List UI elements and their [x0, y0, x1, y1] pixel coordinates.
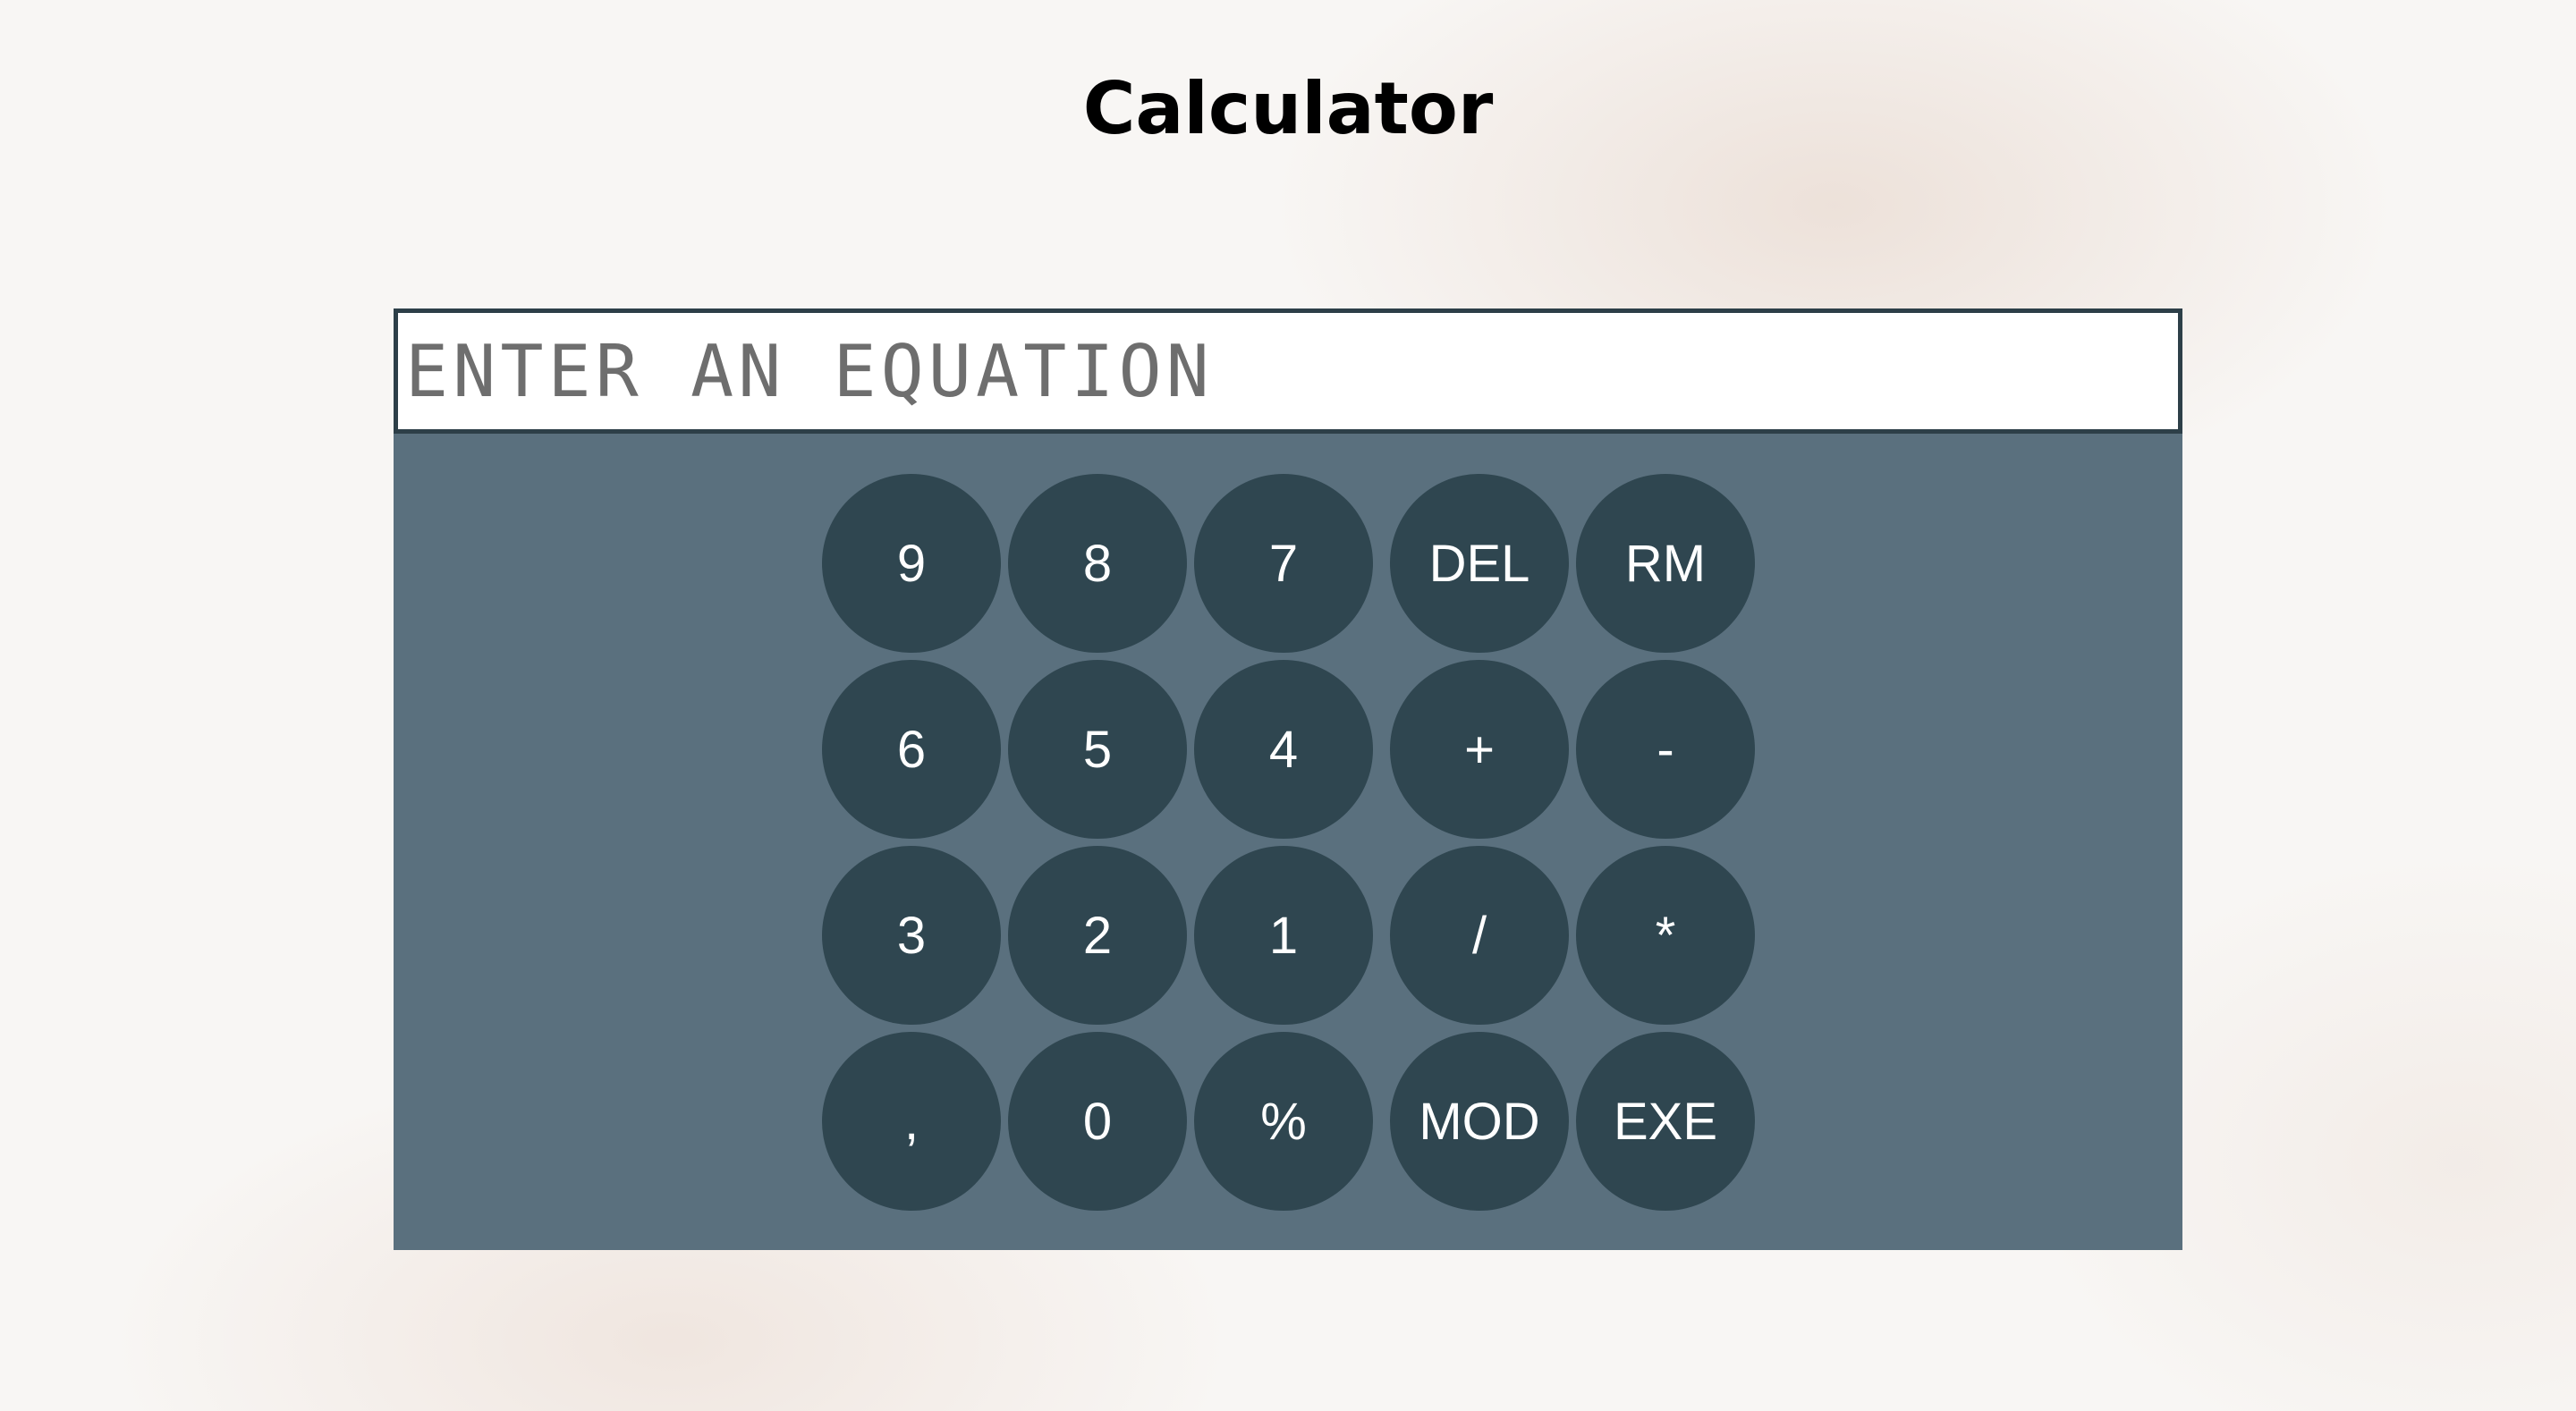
key-1[interactable]: 1 — [1194, 846, 1373, 1025]
key-6[interactable]: 6 — [822, 660, 1001, 839]
subtract-button[interactable]: - — [1576, 660, 1755, 839]
key-2[interactable]: 2 — [1008, 846, 1187, 1025]
multiply-button[interactable]: * — [1576, 846, 1755, 1025]
execute-button[interactable]: EXE — [1576, 1032, 1755, 1211]
key-0[interactable]: 0 — [1008, 1032, 1187, 1211]
key-4[interactable]: 4 — [1194, 660, 1373, 839]
divide-button[interactable]: / — [1390, 846, 1569, 1025]
key-7[interactable]: 7 — [1194, 474, 1373, 653]
delete-button[interactable]: DEL — [1390, 474, 1569, 653]
page-title: Calculator — [1082, 67, 1494, 150]
rm-button[interactable]: RM — [1576, 474, 1755, 653]
comma-button[interactable]: , — [822, 1032, 1001, 1211]
add-button[interactable]: + — [1390, 660, 1569, 839]
equation-input[interactable] — [394, 308, 2182, 434]
calculator: 9 8 7 DEL RM 6 5 4 + - 3 2 1 / * , 0 % M… — [394, 308, 2182, 1250]
key-5[interactable]: 5 — [1008, 660, 1187, 839]
key-9[interactable]: 9 — [822, 474, 1001, 653]
key-3[interactable]: 3 — [822, 846, 1001, 1025]
mod-button[interactable]: MOD — [1390, 1032, 1569, 1211]
percent-button[interactable]: % — [1194, 1032, 1373, 1211]
key-8[interactable]: 8 — [1008, 474, 1187, 653]
